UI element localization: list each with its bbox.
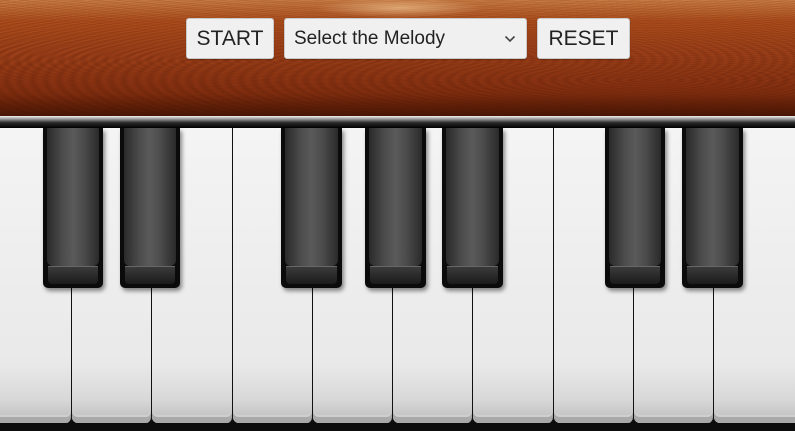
black-key[interactable]	[120, 128, 180, 288]
start-button[interactable]: START	[186, 18, 274, 59]
piano-keyboard	[0, 128, 795, 431]
keyboard-rail	[0, 116, 795, 128]
wooden-header-panel: START Select the Melody RESET	[0, 0, 795, 116]
melody-select[interactable]: Select the Melody	[284, 18, 527, 59]
black-key[interactable]	[43, 128, 103, 288]
melody-select-value: Select the Melody	[294, 27, 446, 49]
chevron-down-icon	[504, 35, 516, 43]
black-key[interactable]	[365, 128, 426, 288]
black-key[interactable]	[442, 128, 503, 288]
controls-bar: START Select the Melody RESET	[186, 18, 630, 59]
reset-button[interactable]: RESET	[537, 18, 630, 59]
black-key[interactable]	[281, 128, 342, 288]
black-key[interactable]	[605, 128, 665, 288]
black-key[interactable]	[682, 128, 743, 288]
